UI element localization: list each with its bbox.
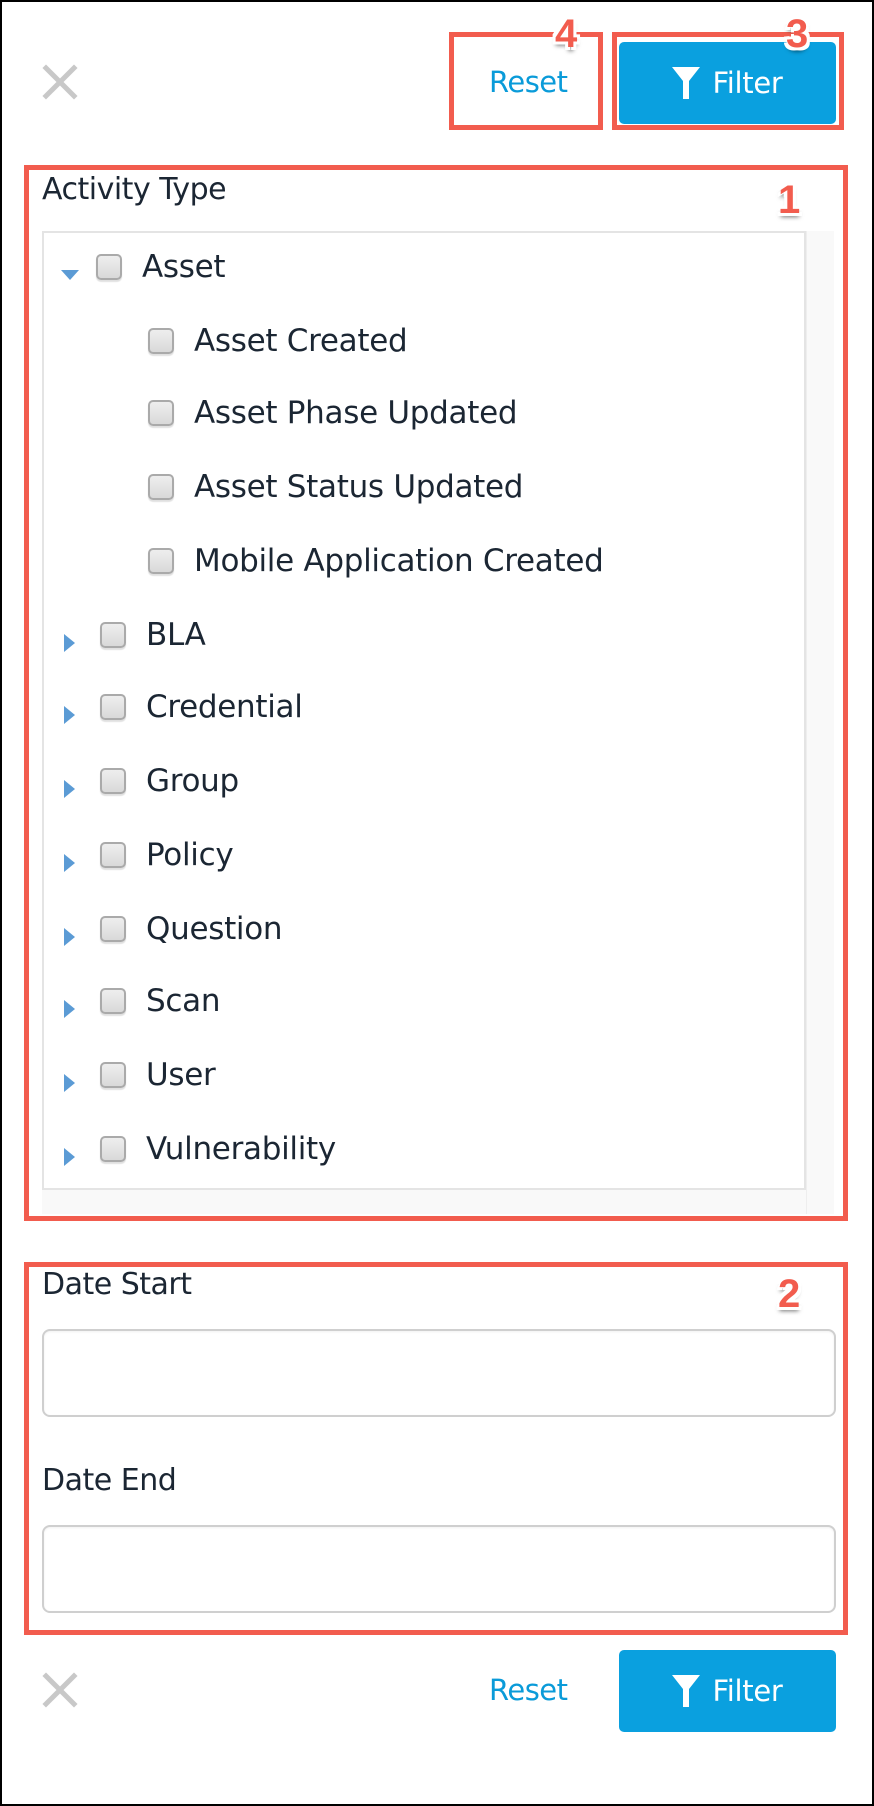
close-x-icon <box>42 1672 78 1708</box>
tree-leaf[interactable]: Mobile Application Created <box>44 536 604 586</box>
tree-item-label: BLA <box>146 617 206 653</box>
filter-button-label: Filter <box>712 1674 783 1708</box>
tree-item-label: Asset <box>142 249 226 285</box>
tree-item-label: Question <box>146 911 283 947</box>
checkbox[interactable] <box>148 474 174 500</box>
tree-item-label: Scan <box>146 983 221 1019</box>
funnel-icon <box>672 1675 701 1707</box>
tree-leaf[interactable]: Asset Created <box>44 316 408 366</box>
annotation-number-4: 4 <box>555 12 578 56</box>
reset-button-top[interactable]: Reset <box>489 68 568 97</box>
tree-node[interactable]: Question <box>44 904 283 954</box>
tree-scrollbar[interactable] <box>806 231 834 1214</box>
caret-right-icon[interactable] <box>60 625 80 652</box>
checkbox[interactable] <box>148 548 174 574</box>
filter-button-top[interactable]: Filter <box>619 42 836 124</box>
caret-right-icon[interactable] <box>60 1139 80 1166</box>
tree-item-label: Mobile Application Created <box>194 543 604 579</box>
tree-item-label: Asset Status Updated <box>194 469 524 505</box>
reset-button-bottom[interactable]: Reset <box>489 1676 568 1705</box>
checkbox[interactable] <box>96 254 122 280</box>
checkbox[interactable] <box>148 328 174 354</box>
tree-leaf[interactable]: Asset Phase Updated <box>44 388 518 438</box>
funnel-icon <box>672 67 701 99</box>
tree-node[interactable]: BLA <box>44 610 206 660</box>
caret-right-icon[interactable] <box>60 845 80 872</box>
tree-item-label: Group <box>146 763 239 799</box>
caret-right-icon[interactable] <box>60 991 80 1018</box>
filter-panel: Reset Filter 4 3 Activity Type Asset Asse… <box>0 0 874 1806</box>
close-x-icon <box>42 64 78 100</box>
tree-node[interactable]: Group <box>44 756 239 806</box>
caret-right-icon[interactable] <box>60 697 80 724</box>
caret-right-icon[interactable] <box>60 919 80 946</box>
activity-type-tree: Asset Asset Created Asset Phase Updated Ass… <box>42 231 806 1190</box>
tree-node[interactable]: Vulnerability <box>44 1124 336 1174</box>
close-button-bottom[interactable] <box>40 1670 80 1710</box>
checkbox[interactable] <box>100 988 126 1014</box>
date-start-label: Date Start <box>42 1267 192 1302</box>
tree-node[interactable]: User <box>44 1050 216 1100</box>
tree-leaf[interactable]: Asset Status Updated <box>44 462 523 512</box>
activity-type-label: Activity Type <box>42 172 227 207</box>
checkbox[interactable] <box>100 694 126 720</box>
annotation-number-1: 1 <box>778 178 801 222</box>
date-end-input[interactable] <box>42 1525 836 1613</box>
tree-node[interactable]: Credential <box>44 682 303 732</box>
date-start-input[interactable] <box>42 1329 836 1417</box>
checkbox[interactable] <box>100 622 126 648</box>
checkbox[interactable] <box>148 400 174 426</box>
date-end-label: Date End <box>42 1463 177 1498</box>
tree-item-label: Vulnerability <box>146 1131 336 1167</box>
checkbox[interactable] <box>100 768 126 794</box>
checkbox[interactable] <box>100 1136 126 1162</box>
tree-item-label: Policy <box>146 837 234 873</box>
tree-item-label: Asset Phase Updated <box>194 395 518 431</box>
tree-node[interactable]: Scan <box>44 976 220 1026</box>
tree-item-label: Asset Created <box>194 323 408 359</box>
checkbox[interactable] <box>100 842 126 868</box>
annotation-number-2: 2 <box>778 1272 801 1316</box>
tree-node[interactable]: Asset <box>44 242 226 292</box>
caret-down-icon[interactable] <box>60 257 80 280</box>
filter-button-bottom[interactable]: Filter <box>619 1650 836 1732</box>
filter-button-label: Filter <box>712 66 783 100</box>
tree-node[interactable]: Policy <box>44 830 234 880</box>
checkbox[interactable] <box>100 916 126 942</box>
activity-type-tree-container: Asset Asset Created Asset Phase Updated Ass… <box>42 231 834 1214</box>
caret-right-icon[interactable] <box>60 771 80 798</box>
close-button[interactable] <box>40 62 80 102</box>
caret-right-icon[interactable] <box>60 1065 80 1092</box>
tree-item-label: Credential <box>146 689 303 725</box>
checkbox[interactable] <box>100 1062 126 1088</box>
tree-item-label: User <box>146 1057 216 1093</box>
